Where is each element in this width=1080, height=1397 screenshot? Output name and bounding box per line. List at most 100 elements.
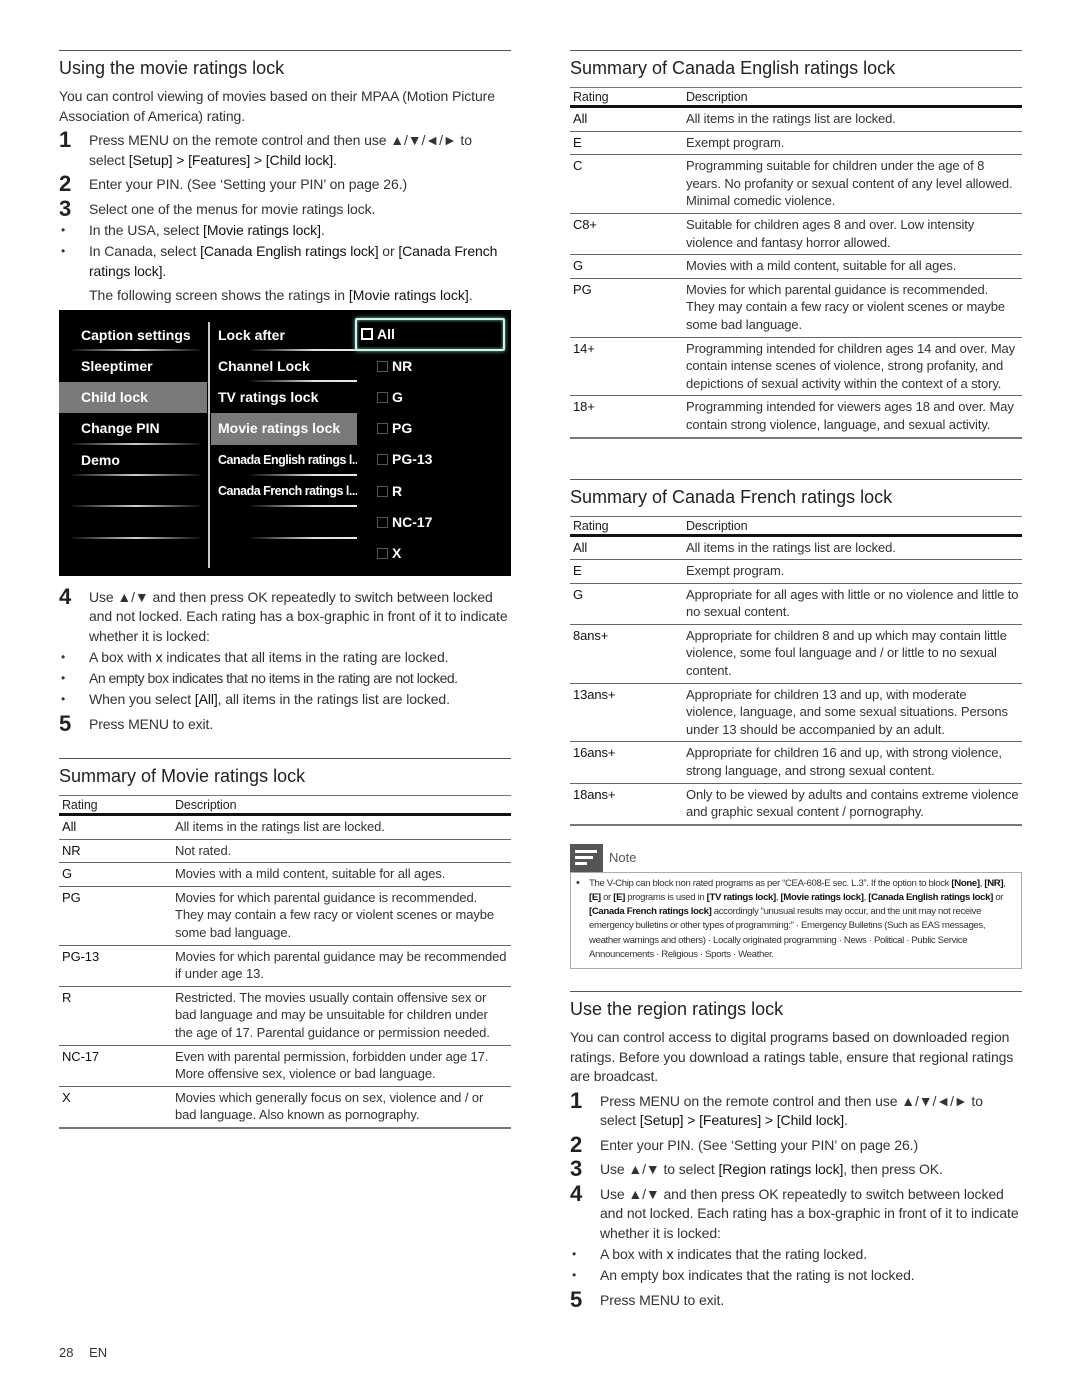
checkbox-icon[interactable] <box>377 454 388 466</box>
checkbox-icon[interactable] <box>361 327 373 340</box>
rating-option[interactable]: PG <box>357 413 511 444</box>
rating-option-focused[interactable]: All <box>355 317 505 351</box>
step-4: 4 Use ▲/▼ and then press OK repeatedly t… <box>59 584 511 710</box>
menu-item-ref: [Movie ratings lock] <box>348 287 469 303</box>
tv-menu-item[interactable]: Demo <box>59 445 207 476</box>
tv-menu-item[interactable]: Sleeptimer <box>59 351 207 382</box>
checkbox-icon[interactable] <box>377 391 388 403</box>
description-cell: Restricted. The movies usually contain o… <box>172 986 511 1046</box>
step-number: 1 <box>59 127 72 152</box>
rating-option[interactable]: R <box>357 476 511 507</box>
section-canada-french-summary: Summary of Canada French ratings lock Ra… <box>570 478 1022 826</box>
table-row: All All items in the ratings list are loc… <box>570 106 1022 132</box>
rating-label: X <box>392 545 402 562</box>
rating-option[interactable]: PG-13 <box>357 444 511 475</box>
step-text: Use ▲/▼ and then press OK repeatedly to … <box>89 588 508 644</box>
menu-item-ref: [Region ratings lock] <box>718 1161 844 1178</box>
rating-cell: 18+ <box>570 395 683 439</box>
column-header-rating: Rating <box>570 515 683 537</box>
rating-cell: C <box>570 154 683 214</box>
steps-list-continued: 4 Use ▲/▼ and then press OK repeatedly t… <box>59 584 511 735</box>
section-title: Summary of Canada English ratings lock <box>570 58 896 78</box>
canada-french-ratings-table: Rating Description All All items in the r… <box>570 515 1022 826</box>
description-cell: Appropriate for children 13 and up, with… <box>683 683 1022 743</box>
table-row: G Movies with a mild content, suitable fo… <box>570 254 1022 279</box>
bullet-text: In the USA, select <box>89 222 204 238</box>
tv-menu-item-empty <box>59 476 207 508</box>
table-row: C Programming suitable for children under… <box>570 154 1022 214</box>
rating-option[interactable]: G <box>357 382 511 413</box>
rating-cell: NR <box>59 839 172 864</box>
section-canada-english-summary: Summary of Canada English ratings lock R… <box>570 50 1022 439</box>
rating-cell: X <box>59 1086 172 1129</box>
checkbox-icon[interactable] <box>377 548 388 560</box>
bullet-text: A box with <box>89 649 156 665</box>
tv-menu-divider <box>208 321 210 568</box>
checkbox-icon[interactable] <box>377 360 388 372</box>
description-cell: Programming intended for children ages 1… <box>683 337 1022 397</box>
table-row: All All items in the ratings list are loc… <box>570 535 1022 561</box>
tv-menu-item[interactable]: Lock after <box>211 320 357 351</box>
tv-menu-item-selected[interactable]: Child lock <box>59 382 207 414</box>
tv-menu-item[interactable]: TV ratings lock <box>211 382 357 413</box>
table-row: PG Movies for which parental guidance is … <box>59 886 511 946</box>
movie-ratings-table: Rating Description All All items in the r… <box>59 795 511 1129</box>
table-row: 13ans+ Appropriate for children 13 and up… <box>570 683 1022 743</box>
bullet-canada: In Canada, select [Canada English rating… <box>59 242 511 281</box>
tv-menu-item[interactable]: Caption settings <box>59 320 207 351</box>
step-number: 3 <box>570 1156 583 1182</box>
rating-label: G <box>392 388 403 405</box>
description-cell: All items in the ratings list are locked… <box>683 106 1022 132</box>
step-number: 2 <box>59 171 72 196</box>
caption-text: The following screen shows the ratings i… <box>89 287 349 303</box>
page-number: 28 <box>59 1345 74 1360</box>
checkbox-icon[interactable] <box>377 516 388 528</box>
table-row: G Movies with a mild content, suitable fo… <box>59 862 511 887</box>
tv-menu-item-selected[interactable]: Movie ratings lock <box>211 413 357 445</box>
rating-cell: C8+ <box>570 213 683 256</box>
tv-menu-item[interactable]: Channel Lock <box>211 351 357 383</box>
table-row: PG Movies for which parental guidance is … <box>570 278 1022 338</box>
description-cell: Programming suitable for children under … <box>683 154 1022 214</box>
step-number: 3 <box>59 195 72 221</box>
rating-option[interactable]: NR <box>357 351 511 382</box>
table-row: 8ans+ Appropriate for children 8 and up w… <box>570 624 1022 684</box>
checkbox-icon[interactable] <box>377 485 388 497</box>
checkbox-icon[interactable] <box>377 423 388 435</box>
step-text: Use ▲/▼ and then press OK repeatedly to … <box>600 1185 1019 1241</box>
description-cell: All items in the ratings list are locked… <box>172 814 511 840</box>
table-row: NC-17 Even with parental permission, forb… <box>59 1045 511 1087</box>
tv-menu-item-empty <box>59 507 207 539</box>
rating-option[interactable]: X <box>357 538 511 569</box>
step-1: 1 Press MENU on the remote control and t… <box>59 127 511 170</box>
step-4-bullets: A box with x indicates that all items in… <box>59 648 511 710</box>
rating-label: R <box>392 482 403 499</box>
left-column: Using the movie ratings lock You can con… <box>59 50 511 1129</box>
description-cell: Movies which generally focus on sex, vio… <box>172 1086 511 1129</box>
english-table-body: All All items in the ratings list are loc… <box>570 106 1022 439</box>
rating-label: NC-17 <box>392 513 433 530</box>
description-cell: Movies for which parental guidance may b… <box>172 945 511 987</box>
bullet-bold: x <box>666 1246 674 1263</box>
tv-menu-item[interactable]: Canada English ratings l... <box>211 445 357 476</box>
step-text-end: . <box>333 151 337 168</box>
section-region-ratings-lock: Use the region ratings lock You can cont… <box>570 991 1022 1311</box>
bullet-text: When you select <box>89 691 195 707</box>
step-text: Enter your PIN. (See ‘Setting your PIN’ … <box>89 176 408 192</box>
rating-option[interactable]: NC-17 <box>357 507 511 538</box>
description-cell: Appropriate for children 8 and up which … <box>683 624 1022 684</box>
tv-menu-column-3: All NR G PG PG-13 R NC-17 X <box>355 310 511 570</box>
description-cell: Movies with a mild content, suitable for… <box>683 254 1022 279</box>
bullet-text: A box with <box>600 1246 667 1263</box>
table-row: R Restricted. The movies usually contain … <box>59 986 511 1046</box>
rating-cell: All <box>570 106 683 132</box>
section-title: Use the region ratings lock <box>570 999 784 1020</box>
description-cell: Exempt program. <box>683 131 1022 156</box>
bullet-bold: x <box>155 649 163 665</box>
tv-menu-item[interactable]: Change PIN <box>59 413 207 445</box>
tv-menu-item-empty <box>211 507 357 539</box>
tv-menu-item[interactable]: Canada French ratings l... <box>211 476 357 508</box>
region-steps-list: 1 Press MENU on the remote control and t… <box>570 1088 1022 1311</box>
description-cell: Not rated. <box>172 839 511 864</box>
movie-table-body: All All items in the ratings list are loc… <box>59 814 511 1129</box>
